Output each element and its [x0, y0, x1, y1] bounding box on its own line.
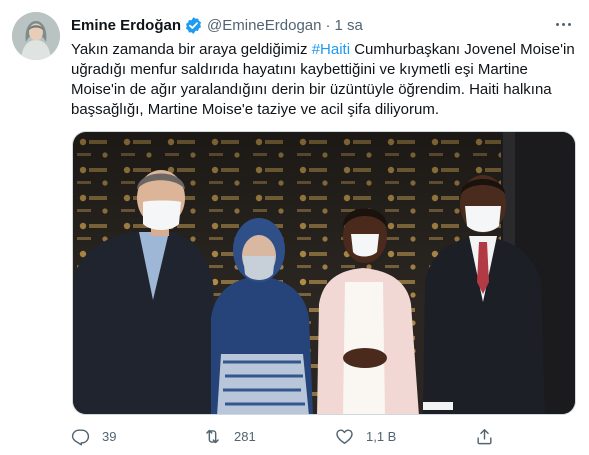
separator-dot: · — [325, 16, 331, 34]
reply-count: 39 — [102, 428, 117, 444]
tweet-text-line-3: Moise'in de ağır yaralandığını derin bir… — [71, 81, 552, 98]
reply-button[interactable]: 39 — [71, 427, 116, 446]
tweet-header: Emine Erdoğan @EmineErdogan · 1 sa — [71, 14, 569, 36]
tweet-text-line-1: Yakın zamanda bir araya geldiğimiz #Hait… — [71, 40, 575, 60]
text-segment: Cumhurbaşkanı Jovenel Moise'in — [350, 41, 575, 58]
verified-badge-icon — [184, 16, 203, 35]
retweet-button[interactable]: 281 — [203, 427, 256, 446]
hashtag-link[interactable]: #Haiti — [312, 41, 350, 58]
retweet-icon — [206, 429, 219, 443]
tweet-text-line-4: başsağlığı, Martine Moise'e taziye ve ac… — [71, 101, 440, 118]
tweet-photo[interactable] — [72, 131, 576, 415]
share-button[interactable] — [475, 427, 494, 446]
like-button[interactable]: 1,1 B — [335, 427, 396, 446]
photo-image — [73, 132, 575, 414]
tweet-text: Yakın zamanda bir araya geldiğimiz #Hait… — [71, 40, 575, 120]
avatar-image — [12, 12, 60, 60]
tweet-text-line-2: uğradığı menfur saldırıda hayatını kaybe… — [71, 61, 528, 78]
retweet-count: 281 — [234, 428, 256, 444]
share-icon — [477, 428, 492, 444]
tweet: Emine Erdoğan @EmineErdogan · 1 sa Yakın… — [0, 0, 589, 455]
tweet-time[interactable]: 1 sa — [335, 17, 363, 34]
like-count: 1,1 B — [366, 428, 397, 444]
reply-icon — [71, 428, 90, 446]
tweet-actions-bar: 39 281 1,1 B — [71, 424, 511, 448]
text-segment: Yakın zamanda bir araya geldiğimiz — [71, 41, 312, 58]
author-name[interactable]: Emine Erdoğan — [71, 17, 181, 34]
avatar[interactable] — [12, 12, 60, 60]
more-options-icon[interactable] — [553, 16, 573, 32]
author-handle[interactable]: @EmineErdogan — [207, 17, 321, 34]
like-heart-icon — [336, 428, 353, 444]
